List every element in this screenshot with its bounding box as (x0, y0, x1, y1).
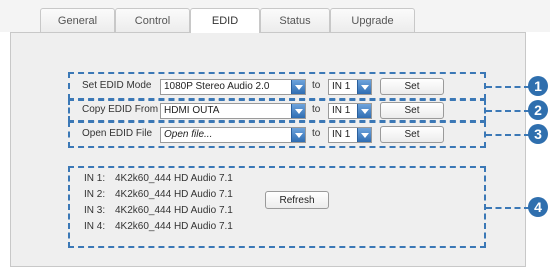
callout-badge-2: 2 (528, 100, 548, 120)
copy-edid-input-select[interactable]: IN 1 (328, 103, 372, 119)
tab-edid[interactable]: EDID (190, 8, 260, 33)
callout-badge-3: 3 (528, 124, 548, 144)
status-port-label: IN 2: (84, 189, 106, 200)
tab-control[interactable]: Control (115, 8, 190, 32)
chevron-down-icon[interactable] (357, 104, 371, 118)
status-port-label: IN 3: (84, 205, 106, 216)
callout-leader (486, 86, 530, 88)
chevron-down-icon[interactable] (291, 128, 305, 142)
to-label: to (312, 80, 321, 91)
refresh-button[interactable]: Refresh (265, 191, 329, 209)
callout-badge-1: 1 (528, 76, 548, 96)
callout-leader (486, 134, 530, 136)
chevron-down-icon[interactable] (291, 80, 305, 94)
status-port-label: IN 1: (84, 173, 106, 184)
callout-badge-4: 4 (528, 197, 548, 217)
tab-bar: General Control EDID Status Upgrade (0, 0, 550, 33)
status-value: 4K2k60_444 HD Audio 7.1 (115, 205, 233, 216)
set-edid-mode-label: Set EDID Mode (82, 80, 152, 91)
open-edid-input-value: IN 1 (332, 129, 351, 140)
tab-status[interactable]: Status (260, 8, 330, 32)
copy-edid-source-value: HDMI OUTA (164, 105, 220, 116)
open-edid-set-button[interactable]: Set (380, 126, 444, 143)
chevron-down-icon[interactable] (357, 128, 371, 142)
status-value: 4K2k60_444 HD Audio 7.1 (115, 173, 233, 184)
to-label: to (312, 104, 321, 115)
edid-mode-select[interactable]: 1080P Stereo Audio 2.0 (160, 79, 306, 95)
copy-edid-source-select[interactable]: HDMI OUTA (160, 103, 306, 119)
set-edid-input-value: IN 1 (332, 81, 351, 92)
to-label: to (312, 128, 321, 139)
callout-leader (486, 110, 530, 112)
edid-mode-select-value: 1080P Stereo Audio 2.0 (164, 81, 270, 92)
status-port-label: IN 4: (84, 221, 106, 232)
open-edid-file-label: Open EDID File (82, 128, 153, 139)
set-edid-input-select[interactable]: IN 1 (328, 79, 372, 95)
open-edid-input-select[interactable]: IN 1 (328, 127, 372, 143)
chevron-down-icon[interactable] (357, 80, 371, 94)
callout-leader (486, 207, 530, 209)
chevron-down-icon[interactable] (291, 104, 305, 118)
open-edid-file-select[interactable]: Open file... (160, 127, 306, 143)
tab-general[interactable]: General (40, 8, 115, 32)
open-file-value: Open file... (164, 129, 213, 140)
tab-upgrade[interactable]: Upgrade (330, 8, 415, 32)
copy-edid-from-label: Copy EDID From (82, 104, 159, 115)
copy-edid-set-button[interactable]: Set (380, 102, 444, 119)
status-value: 4K2k60_444 HD Audio 7.1 (115, 221, 233, 232)
status-value: 4K2k60_444 HD Audio 7.1 (115, 189, 233, 200)
set-edid-mode-button[interactable]: Set (380, 78, 444, 95)
copy-edid-input-value: IN 1 (332, 105, 351, 116)
